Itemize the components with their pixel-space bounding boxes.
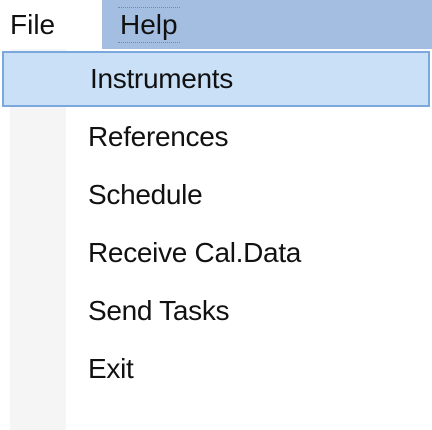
menu-item-label: Schedule bbox=[88, 179, 203, 210]
menu-item-exit[interactable]: Exit bbox=[0, 341, 432, 397]
menu-help-label: Help bbox=[118, 6, 180, 43]
menu-item-instruments[interactable]: Instruments bbox=[2, 51, 430, 107]
menu-item-references[interactable]: References bbox=[0, 109, 432, 165]
menu-help[interactable]: Help bbox=[102, 0, 212, 49]
menu-bar: File Help bbox=[0, 0, 432, 49]
menu-item-label: Receive Cal.Data bbox=[88, 237, 302, 268]
menu-item-label: Instruments bbox=[90, 63, 233, 94]
menu-file-label: File bbox=[10, 8, 56, 40]
menu-file[interactable]: File bbox=[0, 0, 102, 49]
menu-item-schedule[interactable]: Schedule bbox=[0, 167, 432, 223]
menu-item-label: Send Tasks bbox=[88, 295, 230, 326]
menu-item-send-tasks[interactable]: Send Tasks bbox=[0, 283, 432, 339]
menu-item-receive-cal-data[interactable]: Receive Cal.Data bbox=[0, 225, 432, 281]
file-dropdown-menu: Instruments References Schedule Receive … bbox=[0, 49, 432, 430]
menu-item-label: References bbox=[88, 121, 229, 152]
menu-item-label: Exit bbox=[88, 353, 134, 384]
